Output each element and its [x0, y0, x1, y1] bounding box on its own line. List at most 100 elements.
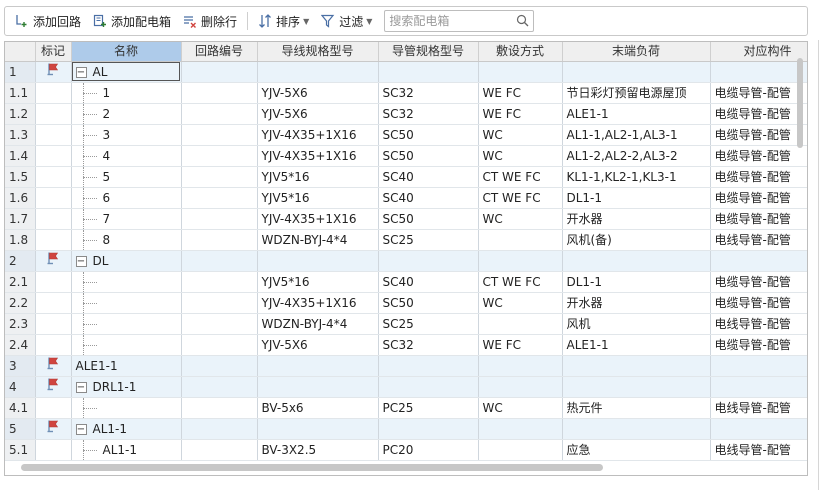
end-load-cell[interactable]: ALE1-1: [562, 103, 711, 125]
pipe-spec-cell[interactable]: SC40: [378, 187, 479, 209]
laying-method-cell[interactable]: [478, 439, 563, 461]
pipe-spec-cell[interactable]: SC32: [378, 103, 479, 125]
name-cell[interactable]: 2: [71, 103, 182, 125]
end-load-cell[interactable]: [562, 376, 711, 398]
component-cell[interactable]: 电缆导管-配管: [710, 208, 807, 230]
table-row[interactable]: 2.3 WDZN-BYJ-4*4 SC25 风机 电线导管-配管: [5, 313, 807, 335]
flag-cell[interactable]: [35, 61, 72, 83]
row-index[interactable]: 5.1: [5, 439, 36, 461]
row-index[interactable]: 1.2: [5, 103, 36, 125]
flag-cell[interactable]: [35, 166, 72, 188]
flag-cell[interactable]: [35, 187, 72, 209]
name-cell[interactable]: 4: [71, 145, 182, 167]
flag-cell[interactable]: [35, 103, 72, 125]
component-cell[interactable]: 电缆导管-配管: [710, 103, 807, 125]
collapse-toggle-icon[interactable]: −: [75, 66, 87, 78]
row-index[interactable]: 1: [5, 61, 36, 83]
flag-cell[interactable]: [35, 229, 72, 251]
horizontal-scrollbar[interactable]: [21, 464, 603, 471]
name-cell[interactable]: 3: [71, 124, 182, 146]
header-pipe-spec[interactable]: 导管规格型号: [378, 42, 479, 62]
end-load-cell[interactable]: ALE1-1: [562, 334, 711, 356]
table-row[interactable]: 1.4 4 YJV-4X35+1X16 SC50 WC AL1-2,AL2-2,AL3-2…: [5, 145, 807, 167]
component-cell[interactable]: 电缆导管-配管: [710, 82, 807, 104]
pipe-spec-cell[interactable]: SC25: [378, 229, 479, 251]
table-row[interactable]: 1.2 2 YJV-5X6 SC32 WE FC ALE1-1 电缆导管-配管: [5, 103, 807, 125]
laying-method-cell[interactable]: WE FC: [478, 103, 563, 125]
end-load-cell[interactable]: 开水器: [562, 292, 711, 314]
pipe-spec-cell[interactable]: [378, 376, 479, 398]
row-index[interactable]: 2.4: [5, 334, 36, 356]
row-index[interactable]: 1.5: [5, 166, 36, 188]
laying-method-cell[interactable]: WC: [478, 208, 563, 230]
pipe-spec-cell[interactable]: SC32: [378, 334, 479, 356]
pipe-spec-cell[interactable]: SC50: [378, 292, 479, 314]
wire-spec-cell[interactable]: [257, 355, 379, 377]
row-index[interactable]: 5: [5, 418, 36, 440]
laying-method-cell[interactable]: [478, 61, 563, 83]
end-load-cell[interactable]: [562, 61, 711, 83]
table-row[interactable]: 2.2 YJV-4X35+1X16 SC50 WC 开水器 电缆导管-配管: [5, 292, 807, 314]
header-flag[interactable]: 标记: [35, 42, 72, 62]
flag-cell[interactable]: [35, 145, 72, 167]
flag-cell[interactable]: [35, 250, 72, 272]
row-index[interactable]: 2: [5, 250, 36, 272]
circuit-no-cell[interactable]: [181, 61, 258, 83]
laying-method-cell[interactable]: WE FC: [478, 82, 563, 104]
table-row[interactable]: 4.1 BV-5x6 PC25 WC 热元件 电线导管-配管: [5, 397, 807, 419]
circuit-no-cell[interactable]: [181, 250, 258, 272]
end-load-cell[interactable]: 开水器: [562, 208, 711, 230]
laying-method-cell[interactable]: CT WE FC: [478, 271, 563, 293]
end-load-cell[interactable]: AL1-1,AL2-1,AL3-1: [562, 124, 711, 146]
circuit-no-cell[interactable]: [181, 229, 258, 251]
component-cell[interactable]: [710, 355, 807, 377]
flag-cell[interactable]: [35, 376, 72, 398]
sort-button[interactable]: 排序 ▼: [254, 10, 313, 32]
component-cell[interactable]: 电缆导管-配管: [710, 166, 807, 188]
group-row[interactable]: 3 ALE1-1: [5, 355, 807, 377]
flag-cell[interactable]: [35, 124, 72, 146]
collapse-toggle-icon[interactable]: −: [75, 381, 87, 393]
table-row[interactable]: 5.1 AL1-1 BV-3X2.5 PC20 应急 电线导管-配管: [5, 439, 807, 461]
name-cell[interactable]: [71, 292, 182, 314]
table-row[interactable]: 1.6 6 YJV5*16 SC40 CT WE FC DL1-1 电缆导管-配管: [5, 187, 807, 209]
wire-spec-cell[interactable]: BV-5x6: [257, 397, 379, 419]
laying-method-cell[interactable]: CT WE FC: [478, 187, 563, 209]
row-index[interactable]: 1.6: [5, 187, 36, 209]
component-cell[interactable]: [710, 61, 807, 83]
name-cell[interactable]: [71, 397, 182, 419]
wire-spec-cell[interactable]: YJV-5X6: [257, 334, 379, 356]
search-icon[interactable]: [516, 14, 529, 27]
circuit-no-cell[interactable]: [181, 208, 258, 230]
laying-method-cell[interactable]: [478, 313, 563, 335]
wire-spec-cell[interactable]: YJV5*16: [257, 166, 379, 188]
flag-cell[interactable]: [35, 418, 72, 440]
wire-spec-cell[interactable]: [257, 376, 379, 398]
pipe-spec-cell[interactable]: SC25: [378, 313, 479, 335]
name-cell[interactable]: − AL1-1: [71, 418, 182, 440]
header-end-load[interactable]: 末端负荷: [562, 42, 711, 62]
row-index[interactable]: 1.3: [5, 124, 36, 146]
circuit-no-cell[interactable]: [181, 292, 258, 314]
component-cell[interactable]: 电缆导管-配管: [710, 187, 807, 209]
wire-spec-cell[interactable]: YJV-4X35+1X16: [257, 145, 379, 167]
name-cell[interactable]: AL1-1: [71, 439, 182, 461]
component-cell[interactable]: 电线导管-配管: [710, 439, 807, 461]
wire-spec-cell[interactable]: BV-3X2.5: [257, 439, 379, 461]
wire-spec-cell[interactable]: [257, 61, 379, 83]
flag-cell[interactable]: [35, 208, 72, 230]
wire-spec-cell[interactable]: YJV-4X35+1X16: [257, 208, 379, 230]
circuit-no-cell[interactable]: [181, 166, 258, 188]
row-index[interactable]: 1.7: [5, 208, 36, 230]
header-wire-spec[interactable]: 导线规格型号: [257, 42, 379, 62]
group-row[interactable]: 5 − AL1-1: [5, 418, 807, 440]
end-load-cell[interactable]: 风机(备): [562, 229, 711, 251]
flag-cell[interactable]: [35, 292, 72, 314]
circuit-no-cell[interactable]: [181, 397, 258, 419]
component-cell[interactable]: [710, 418, 807, 440]
flag-cell[interactable]: [35, 397, 72, 419]
end-load-cell[interactable]: 节日彩灯预留电源屋顶: [562, 82, 711, 104]
name-cell[interactable]: 1: [71, 82, 182, 104]
end-load-cell[interactable]: [562, 355, 711, 377]
flag-cell[interactable]: [35, 355, 72, 377]
